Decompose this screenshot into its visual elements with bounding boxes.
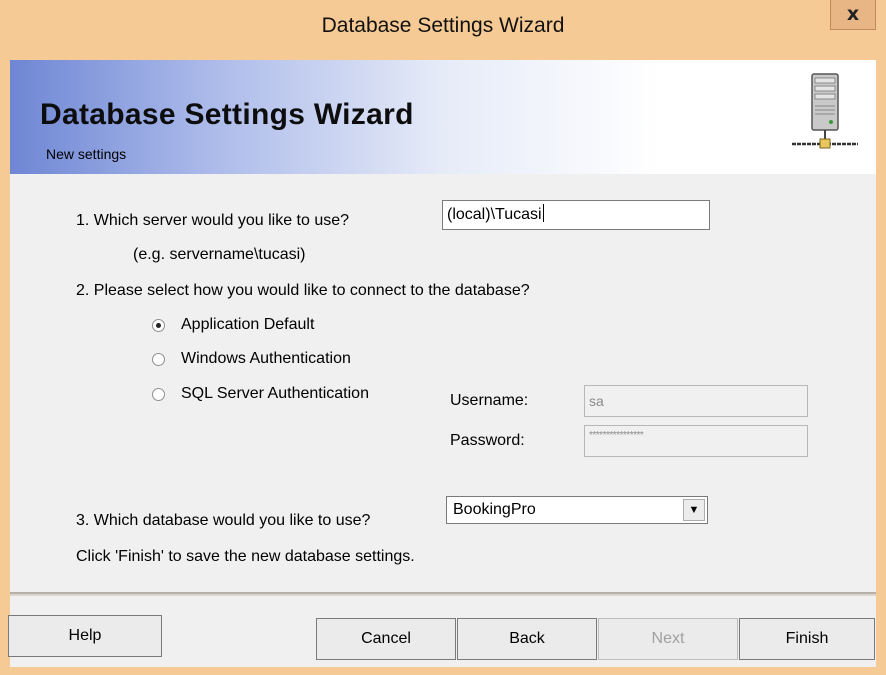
radio-button[interactable]	[152, 353, 165, 366]
password-field[interactable]: ****************	[584, 425, 808, 457]
help-button[interactable]: Help	[8, 615, 162, 657]
header-title: Database Settings Wizard	[40, 98, 414, 131]
database-select[interactable]: BookingPro ▼	[446, 496, 708, 524]
step1-hint: (e.g. servername\tucasi)	[133, 246, 306, 263]
next-button[interactable]: Next	[598, 618, 738, 660]
window-border-bottom	[0, 667, 886, 675]
password-value: ****************	[589, 430, 644, 441]
wizard-content: 1. Which server would you like to use? (…	[10, 174, 876, 594]
finish-instruction: Click 'Finish' to save the new database …	[76, 548, 415, 565]
back-button[interactable]: Back	[457, 618, 597, 660]
window-border-right	[876, 60, 886, 667]
step2-question: 2. Please select how you would like to c…	[76, 282, 530, 299]
username-field[interactable]: sa	[584, 385, 808, 417]
database-select-value: BookingPro	[453, 501, 536, 518]
server-network-icon	[792, 73, 858, 149]
username-label: Username:	[450, 392, 529, 409]
close-button[interactable]: x	[830, 0, 876, 30]
radio-label: Windows Authentication	[181, 350, 351, 367]
title-bar[interactable]: Database Settings Wizard x	[0, 0, 886, 60]
wizard-header: Database Settings Wizard New settings	[10, 60, 876, 174]
cancel-button[interactable]: Cancel	[316, 618, 456, 660]
radio-button-selected[interactable]	[152, 319, 165, 332]
step3-question: 3. Which database would you like to use?	[76, 512, 371, 529]
finish-button[interactable]: Finish	[739, 618, 875, 660]
wizard-window: Database Settings Wizard x Database Sett…	[0, 0, 886, 675]
button-bar: Help Cancel Back Next Finish	[8, 592, 876, 669]
radio-label: SQL Server Authentication	[181, 385, 369, 402]
close-icon: x	[846, 3, 860, 25]
password-label: Password:	[450, 432, 525, 449]
radio-label: Application Default	[181, 316, 315, 333]
window-title: Database Settings Wizard	[321, 14, 565, 37]
step1-question: 1. Which server would you like to use?	[76, 212, 350, 229]
radio-button[interactable]	[152, 388, 165, 401]
chevron-down-icon[interactable]: ▼	[683, 499, 705, 521]
server-input-value: (local)\Tucasi	[447, 206, 542, 223]
username-value: sa	[589, 393, 604, 409]
window-border-left	[0, 60, 10, 667]
text-caret	[542, 204, 544, 222]
server-input[interactable]: (local)\Tucasi	[442, 200, 710, 230]
header-subtitle: New settings	[46, 146, 127, 162]
